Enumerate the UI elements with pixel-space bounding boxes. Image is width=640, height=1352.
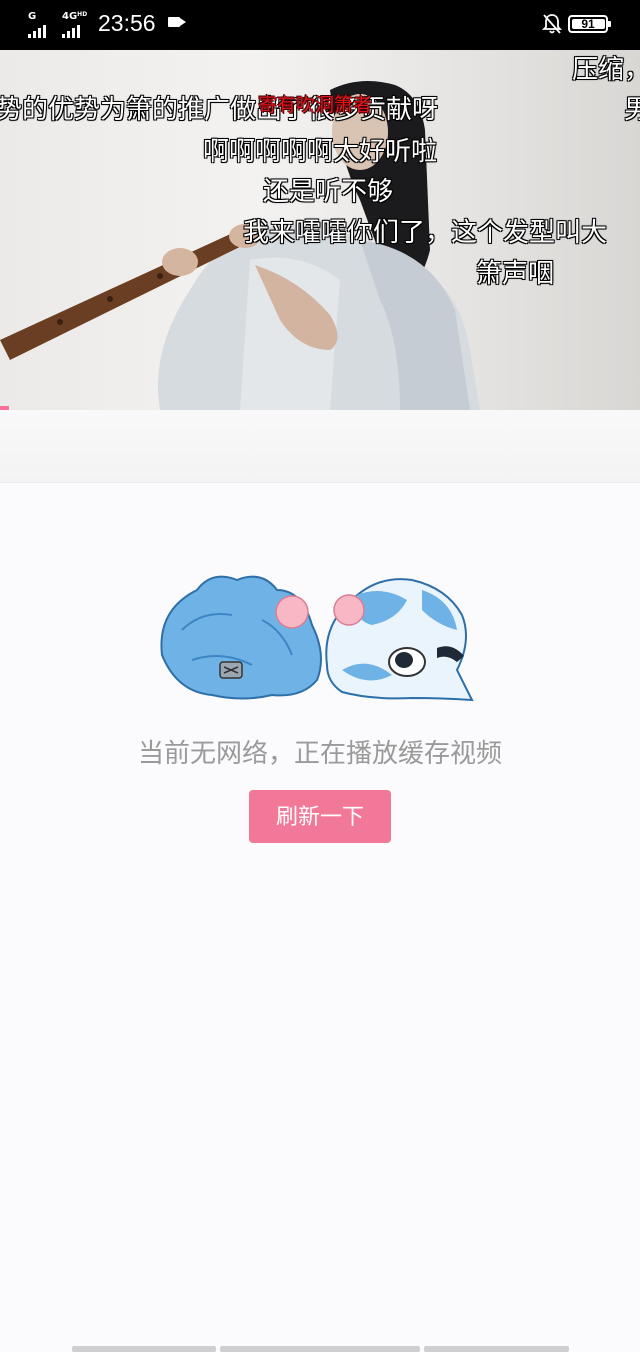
screen-record-icon	[168, 17, 186, 27]
bottom-indicator-segment	[72, 1346, 216, 1352]
mute-bell-icon	[542, 14, 562, 34]
bottom-indicator-segment	[424, 1346, 569, 1352]
danmaku-comment: 箫声咽	[476, 259, 555, 289]
sleeping-mascot-illustration	[160, 575, 474, 702]
video-player[interactable]: 压缩， 势的优势为箫的推广做出了很多贡献呀 寄有吹洞箫者 男 啊啊啊啊啊太好听啦…	[0, 50, 640, 410]
danmaku-comment: 我来嚯嚯你们了，这个发型叫大	[243, 218, 608, 248]
bottom-indicator	[72, 1346, 572, 1352]
clock: 23:56	[98, 10, 156, 36]
no-network-message: 当前无网络，正在播放缓存视频	[137, 739, 502, 769]
bottom-indicator-segment	[220, 1346, 420, 1352]
status-bar: G 4GHD 23:56 91	[0, 0, 640, 50]
refresh-button[interactable]: 刷新一下	[249, 790, 391, 843]
battery-icon: 91	[568, 15, 611, 33]
danmaku-comment: 压缩，	[572, 55, 640, 85]
battery-level: 91	[581, 17, 595, 31]
danmaku-comment: 男	[624, 95, 640, 125]
danmaku-comment: 势的优势为箫的推广做出了很多贡献呀	[0, 95, 439, 125]
danmaku-comment: 啊啊啊啊啊太好听啦	[203, 137, 438, 167]
danmaku-comment: 寄有吹洞箫者	[258, 94, 373, 116]
danmaku-comment: 还是听不够	[263, 177, 394, 207]
video-info-bar	[0, 410, 640, 483]
